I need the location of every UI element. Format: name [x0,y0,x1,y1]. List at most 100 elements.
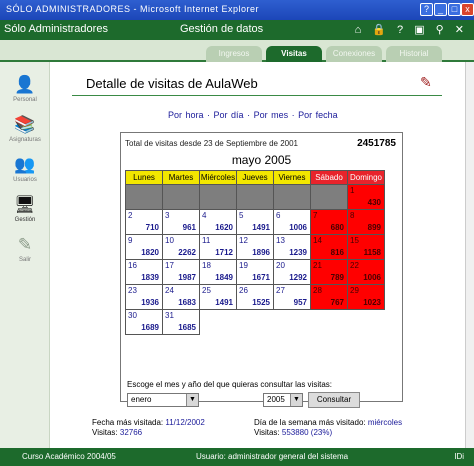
day-visits: 1689 [141,323,159,332]
consult-button[interactable]: Consultar [308,392,360,408]
calendar-day-cell[interactable]: 13 1239 [273,234,311,260]
tab-ingresos[interactable]: Ingresos [206,46,262,62]
language-label[interactable]: IDi [454,452,464,461]
day-visits: 1849 [215,273,233,282]
calendar-day-cell[interactable]: 20 1292 [273,259,311,285]
day-visits: 1525 [252,298,270,307]
sidebar-item-usuarios[interactable]: 👥 Usuarios [0,154,50,183]
day-visits: 1292 [289,273,307,282]
print-icon[interactable]: ✎ [420,74,432,91]
day-visits: 1683 [178,298,196,307]
period-prompt: Escoge el mes y año del que quieras cons… [127,380,332,389]
link-por-dia[interactable]: Por día [214,110,244,120]
calendar-day-cell[interactable]: 27 957 [273,284,311,310]
calendar-day-cell[interactable]: 24 1683 [162,284,200,310]
calendar-day-cell[interactable]: 4 1620 [199,209,237,235]
day-number: 18 [202,261,211,270]
calendar-day-cell[interactable]: 22 1006 [347,259,385,285]
minimize-button[interactable]: _ [434,3,447,16]
day-visits: 1671 [252,273,270,282]
tab-historial[interactable]: Historial [386,46,442,62]
calendar-day-cell[interactable]: 15 1158 [347,234,385,260]
day-visits: 2262 [178,248,196,257]
page-title: Detalle de visitas de AulaWeb [86,76,258,91]
calendar-day-cell[interactable]: 2 710 [125,209,163,235]
calendar-empty-cell [125,184,163,210]
sidebar-item-label: Personal [13,97,37,103]
calendar-day-cell[interactable]: 7 680 [310,209,348,235]
year-select[interactable]: 2005 ▼ [263,393,303,407]
day-number: 8 [350,211,355,220]
close-window-button[interactable]: x [461,3,474,16]
header-toolbar-icons[interactable]: ⌂ 🔒 ? ▣ ⚲ ✕ [355,23,468,36]
calendar-empty-cell [199,184,237,210]
calendar-day-cell[interactable]: 19 1671 [236,259,274,285]
sidebar-item-personal[interactable]: 👤 Personal [0,74,50,103]
day-visits: 767 [330,298,344,307]
course-label: Curso Académico 2004/05 [22,452,116,461]
max-weekday-value[interactable]: miércoles [368,418,402,427]
calendar-week-row: 1 430 [125,184,385,210]
day-number: 23 [128,286,137,295]
month-select[interactable]: enero ▼ [127,393,199,407]
calendar-day-cell[interactable]: 9 1820 [125,234,163,260]
calendar-day-cell[interactable]: 28 767 [310,284,348,310]
calendar-blank [347,309,385,335]
chevron-down-icon[interactable]: ▼ [290,394,302,406]
calendar-day-cell[interactable]: 10 2262 [162,234,200,260]
sidebar-item-asignaturas[interactable]: 📚 Asignaturas [0,114,50,143]
calendar-day-cell[interactable]: 5 1491 [236,209,274,235]
link-por-fecha[interactable]: Por fecha [298,110,338,120]
vertical-scrollbar[interactable] [465,62,474,448]
tab-conexiones[interactable]: Conexiones [326,46,382,62]
weekday-header-row: Lunes Martes Miércoles Jueves Viernes Sábado D… [125,170,385,185]
sidebar-item-label: Salir [18,257,31,263]
calendar-day-cell[interactable]: 18 1849 [199,259,237,285]
weekday-header: Viernes [273,170,311,185]
calendar-day-cell[interactable]: 16 1839 [125,259,163,285]
calendar-day-cell[interactable]: 1 430 [347,184,385,210]
calendar-day-cell[interactable]: 25 1491 [199,284,237,310]
calendar-day-cell[interactable]: 3 961 [162,209,200,235]
calendar-grid: Lunes Martes Miércoles Jueves Viernes Sábado D… [125,170,385,335]
total-visits-value: 2451785 [357,138,396,149]
chevron-down-icon[interactable]: ▼ [186,394,198,406]
calendar-day-cell[interactable]: 23 1936 [125,284,163,310]
month-select-value: enero [131,395,152,404]
calendar-day-cell[interactable]: 12 1896 [236,234,274,260]
calendar-day-cell[interactable]: 26 1525 [236,284,274,310]
calendar-day-cell[interactable]: 21 789 [310,259,348,285]
max-weekday-label: Día de la semana más visitado: [254,418,366,427]
day-visits: 1023 [363,298,381,307]
tab-visitas[interactable]: Visitas [266,46,322,62]
person-icon: 👤 [14,75,36,94]
exit-icon: ✎ [17,235,33,254]
day-visits: 1896 [252,248,270,257]
tab-strip: Ingresos Visitas Conexiones Historial [0,40,474,62]
help-window-button[interactable]: ? [420,3,433,16]
calendar-blank [199,309,237,335]
link-por-mes[interactable]: Por mes [254,110,289,120]
calendar-day-cell[interactable]: 31 1685 [162,309,200,335]
day-visits: 1491 [252,223,270,232]
calendar-day-cell[interactable]: 30 1689 [125,309,163,335]
max-visits-label: Visitas: [92,428,118,437]
sidebar-item-gestion[interactable]: 🖥 Gestión [0,194,50,223]
day-number: 26 [239,286,248,295]
calendar-day-cell[interactable]: 6 1006 [273,209,311,235]
link-por-hora[interactable]: Por hora [168,110,204,120]
calendar-day-cell[interactable]: 14 816 [310,234,348,260]
max-date-info: Fecha más visitada: 11/12/2002 Visitas: … [92,418,205,438]
weekday-header: Jueves [236,170,274,185]
max-date-value[interactable]: 11/12/2002 [165,418,204,427]
total-visits-label: Total de visitas desde 23 de Septiembre … [125,139,299,148]
sidebar-item-salir[interactable]: ✎ Salir [0,234,50,263]
calendar-day-cell[interactable]: 11 1712 [199,234,237,260]
calendar-blank [273,309,311,335]
calendar-day-cell[interactable]: 8 899 [347,209,385,235]
maximize-button[interactable]: □ [448,3,461,16]
window-title: SÓLO ADMINISTRADORES - Microsoft Interne… [6,4,260,14]
calendar-day-cell[interactable]: 17 1987 [162,259,200,285]
calendar-day-cell[interactable]: 29 1023 [347,284,385,310]
title-divider [72,95,442,96]
